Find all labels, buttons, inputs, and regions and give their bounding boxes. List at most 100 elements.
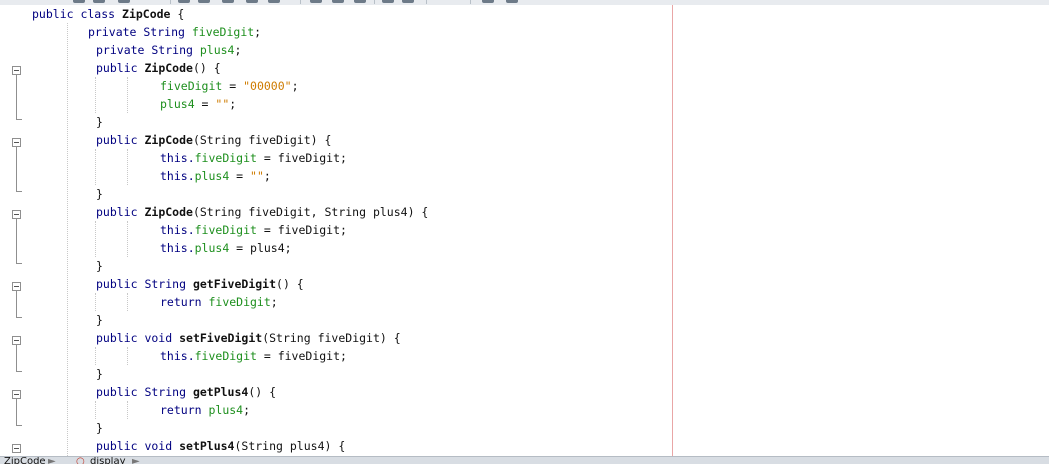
fold-collapse-icon[interactable] xyxy=(12,336,21,345)
code-token: (String fiveDigit) { xyxy=(192,133,332,147)
code-line: public String getFiveDigit() { xyxy=(96,275,304,293)
code-token: public class xyxy=(32,7,123,21)
code-token: ; xyxy=(263,169,271,183)
code-line: } xyxy=(96,185,103,203)
code-token: fiveDigit xyxy=(194,151,257,165)
fold-collapse-icon[interactable] xyxy=(12,210,21,219)
code-token: ZipCode xyxy=(122,7,171,21)
code-line: public class ZipCode { xyxy=(32,5,184,23)
toolbar-button[interactable] xyxy=(268,0,280,3)
code-token: ; xyxy=(254,25,262,39)
code-token: () { xyxy=(192,61,221,75)
toolbar-separator xyxy=(374,0,375,4)
toolbar-button[interactable] xyxy=(382,0,394,3)
code-token: plus4 xyxy=(208,403,244,417)
code-line: this.fiveDigit = fiveDigit; xyxy=(160,347,347,365)
fold-line xyxy=(16,147,17,191)
indent-guide xyxy=(95,401,96,419)
code-token: public xyxy=(96,205,145,219)
code-line: } xyxy=(96,419,103,437)
code-token: plus4 xyxy=(194,169,230,183)
code-token: setPlus4 xyxy=(179,439,235,453)
code-line: return plus4; xyxy=(160,401,250,419)
code-token: (String plus4) { xyxy=(234,439,346,453)
code-line: return fiveDigit; xyxy=(160,293,278,311)
indent-guide xyxy=(95,347,96,365)
fold-end xyxy=(16,191,22,192)
code-token: getFiveDigit xyxy=(192,277,277,291)
code-token: public String xyxy=(96,277,193,291)
toolbar-button[interactable] xyxy=(222,0,234,3)
code-line: public ZipCode(String fiveDigit) { xyxy=(96,131,331,149)
code-token: ; xyxy=(234,43,242,57)
fold-end xyxy=(16,119,22,120)
code-editor[interactable]: public class ZipCode { private String fi… xyxy=(30,5,1049,456)
fold-collapse-icon[interactable] xyxy=(12,390,21,399)
fold-line xyxy=(16,345,17,371)
code-token: public xyxy=(96,133,145,147)
code-token: getPlus4 xyxy=(192,385,249,399)
code-line: this.fiveDigit = fiveDigit; xyxy=(160,221,347,239)
code-token: { xyxy=(170,7,185,21)
code-line: public String getPlus4() { xyxy=(96,383,276,401)
toolbar-button[interactable] xyxy=(93,0,105,3)
toolbar-button[interactable] xyxy=(198,0,210,3)
code-token: fiveDigit xyxy=(191,25,255,39)
code-line: } xyxy=(96,113,103,131)
code-token: "" xyxy=(250,169,264,183)
toolbar-button[interactable] xyxy=(354,0,366,3)
toolbar-button[interactable] xyxy=(118,0,130,3)
fold-collapse-icon[interactable] xyxy=(12,138,21,147)
code-token: fiveDigit xyxy=(194,349,257,363)
indent-guide xyxy=(127,347,128,365)
toolbar-button[interactable] xyxy=(332,0,344,3)
indent-guide xyxy=(95,221,96,257)
code-token: ; xyxy=(243,403,251,417)
fold-end xyxy=(16,317,22,318)
code-line: this.plus4 = plus4; xyxy=(160,239,292,257)
indent-guide xyxy=(95,149,96,185)
code-line: public ZipCode(String fiveDigit, String … xyxy=(96,203,428,221)
code-token: this. xyxy=(160,223,195,237)
toolbar-button[interactable] xyxy=(402,0,414,3)
toolbar-button[interactable] xyxy=(482,0,494,3)
toolbar-separator xyxy=(170,0,171,4)
code-token: () { xyxy=(248,385,277,399)
code-token: fiveDigit xyxy=(160,79,223,93)
code-token: setFiveDigit xyxy=(179,331,263,345)
toolbar-button[interactable] xyxy=(73,0,85,3)
fold-collapse-icon[interactable] xyxy=(12,444,21,453)
code-token: = fiveDigit; xyxy=(256,151,347,165)
code-line: this.plus4 = ""; xyxy=(160,167,271,185)
toolbar-button[interactable] xyxy=(178,0,190,3)
code-token: ZipCode xyxy=(144,205,193,219)
indent-guide xyxy=(127,293,128,311)
code-token: = xyxy=(222,79,244,93)
code-line: public void setFiveDigit(String fiveDigi… xyxy=(96,329,401,347)
fold-collapse-icon[interactable] xyxy=(12,282,21,291)
fold-collapse-icon[interactable] xyxy=(12,66,21,75)
code-token: plus4 xyxy=(194,241,230,255)
code-token: = xyxy=(194,97,216,111)
code-token: private String xyxy=(88,25,192,39)
code-line: this.fiveDigit = fiveDigit; xyxy=(160,149,347,167)
code-token: public void xyxy=(96,439,180,453)
toolbar-button[interactable] xyxy=(246,0,258,3)
toolbar-button[interactable] xyxy=(310,0,322,3)
code-token: = plus4; xyxy=(229,241,292,255)
fold-end xyxy=(16,425,22,426)
editor-gutter xyxy=(0,5,30,456)
code-token: () { xyxy=(276,277,304,291)
code-token: (String fiveDigit) { xyxy=(262,331,401,345)
code-token: } xyxy=(96,313,103,327)
code-token: return xyxy=(160,403,209,417)
toolbar-separator xyxy=(300,0,301,4)
toolbar-button[interactable] xyxy=(506,0,518,3)
indent-guide xyxy=(127,77,128,113)
fold-line xyxy=(16,291,17,317)
code-line: } xyxy=(96,257,103,275)
code-token: this. xyxy=(160,349,195,363)
code-token: ; xyxy=(291,79,299,93)
code-token: fiveDigit xyxy=(194,223,257,237)
code-line: } xyxy=(96,365,103,383)
